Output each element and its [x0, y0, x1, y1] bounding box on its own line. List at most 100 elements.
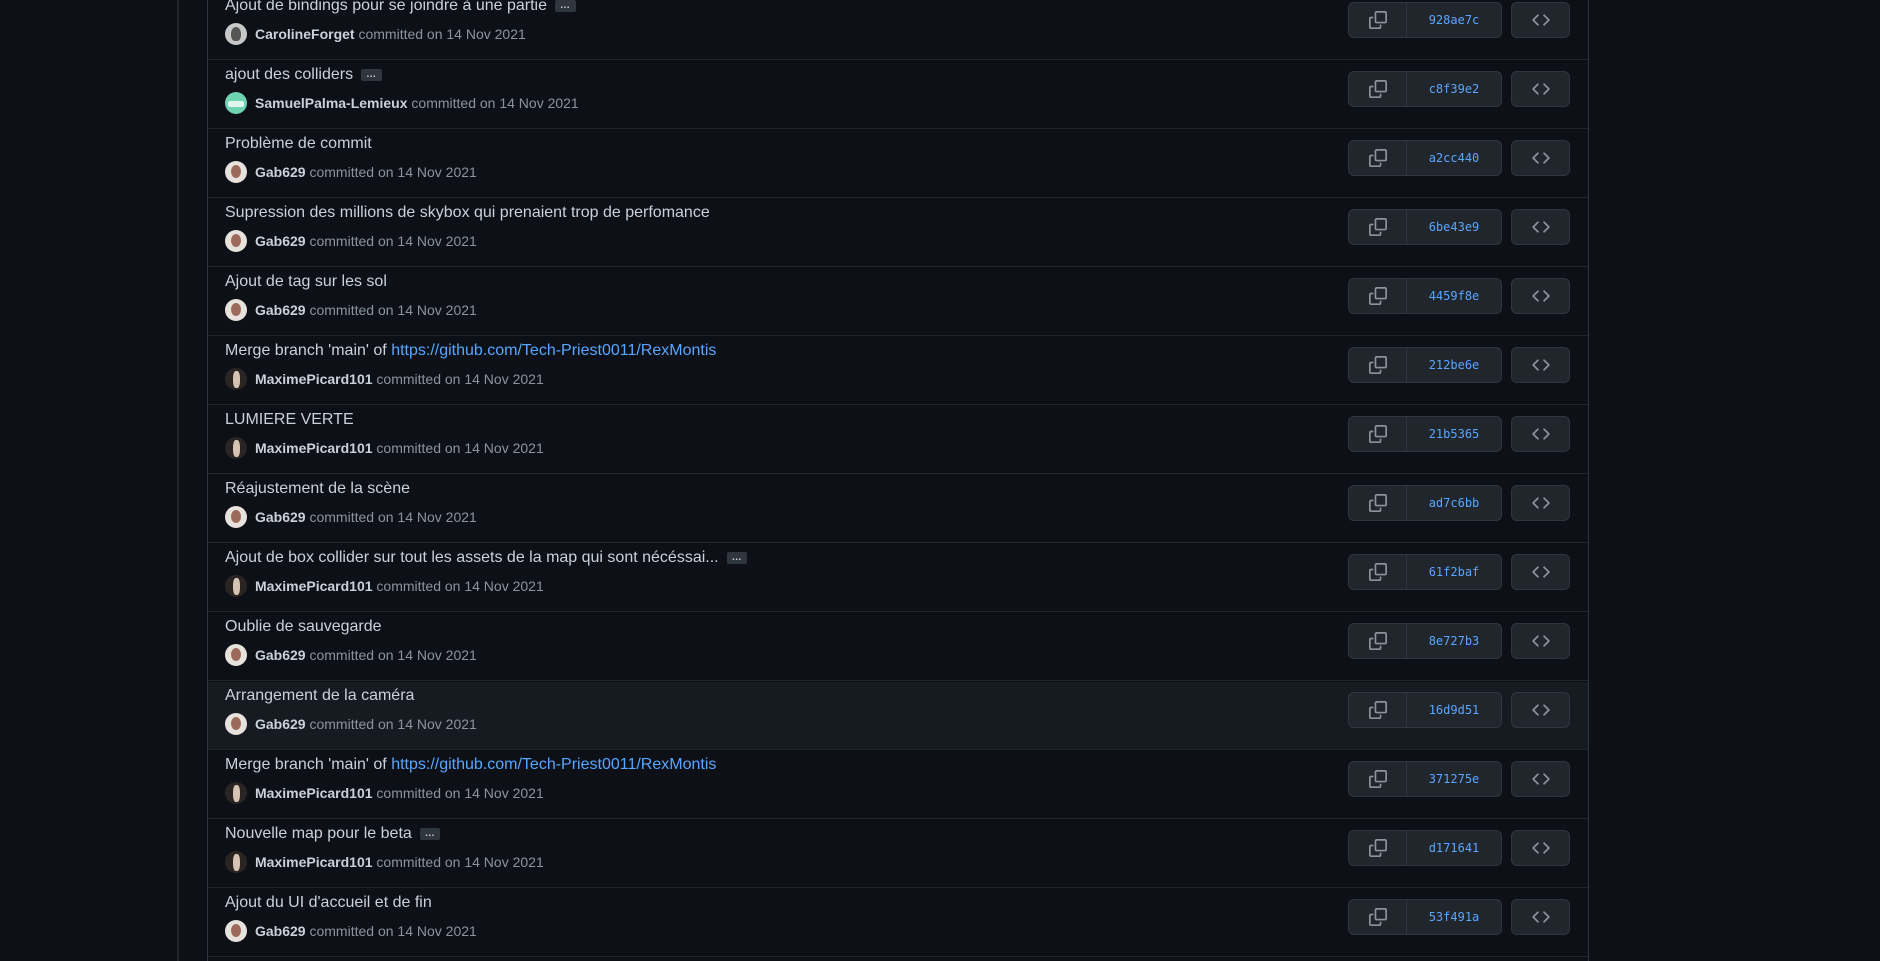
avatar[interactable]: [225, 92, 247, 115]
author-link[interactable]: SamuelPalma-Lemieux: [255, 95, 408, 111]
commit-title[interactable]: Arrangement de la caméra: [225, 687, 414, 705]
author-link[interactable]: Gab629: [255, 647, 306, 663]
copy-sha-button[interactable]: [1348, 485, 1407, 521]
commit-message[interactable]: LUMIERE VERTE: [225, 411, 354, 428]
copy-sha-button[interactable]: [1348, 347, 1407, 383]
browse-repo-button[interactable]: [1511, 71, 1570, 107]
commit-message[interactable]: Ajout de bindings pour se joindre à une …: [225, 0, 547, 14]
avatar[interactable]: [225, 920, 247, 943]
expand-message-button[interactable]: …: [726, 552, 748, 564]
commit-link[interactable]: https://github.com/Tech-Priest0011/RexMo…: [391, 756, 716, 773]
browse-repo-button[interactable]: [1511, 2, 1570, 38]
browse-repo-button[interactable]: [1511, 554, 1570, 590]
commit-message[interactable]: Ajout de box collider sur tout les asset…: [225, 549, 719, 566]
avatar[interactable]: [225, 506, 247, 529]
commit-title[interactable]: LUMIERE VERTE: [225, 411, 354, 429]
commit-message[interactable]: Arrangement de la caméra: [225, 687, 414, 704]
author-link[interactable]: Gab629: [255, 923, 306, 939]
avatar[interactable]: [225, 644, 247, 667]
copy-sha-button[interactable]: [1348, 278, 1407, 314]
commit-title[interactable]: Réajustement de la scène: [225, 480, 410, 498]
browse-repo-button[interactable]: [1511, 278, 1570, 314]
commit-message[interactable]: Nouvelle map pour le beta: [225, 825, 412, 842]
author-link[interactable]: Gab629: [255, 509, 306, 525]
browse-repo-button[interactable]: [1511, 761, 1570, 797]
commit-message[interactable]: Merge branch 'main' of: [225, 756, 391, 773]
avatar[interactable]: [225, 230, 247, 253]
commit-title[interactable]: Oublie de sauvegarde: [225, 618, 382, 636]
author-link[interactable]: CarolineForget: [255, 26, 355, 42]
copy-sha-button[interactable]: [1348, 209, 1407, 245]
copy-sha-button[interactable]: [1348, 899, 1407, 935]
commit-title[interactable]: Ajout de tag sur les sol: [225, 273, 387, 291]
commit-link[interactable]: https://github.com/Tech-Priest0011/RexMo…: [391, 342, 716, 359]
author-link[interactable]: MaximePicard101: [255, 440, 373, 456]
avatar[interactable]: [225, 713, 247, 736]
avatar[interactable]: [225, 161, 247, 184]
author-link[interactable]: MaximePicard101: [255, 578, 373, 594]
author-link[interactable]: Gab629: [255, 302, 306, 318]
commit-message[interactable]: Supression des millions de skybox qui pr…: [225, 204, 710, 221]
avatar[interactable]: [225, 368, 247, 391]
commit-title[interactable]: Ajout de box collider sur tout les asset…: [225, 549, 748, 567]
commit-title[interactable]: Merge branch 'main' of https://github.co…: [225, 756, 716, 774]
author-link[interactable]: MaximePicard101: [255, 785, 373, 801]
commit-sha-button[interactable]: 8e727b3: [1407, 623, 1502, 659]
commit-sha-button[interactable]: 61f2baf: [1407, 554, 1502, 590]
expand-message-button[interactable]: …: [555, 0, 576, 12]
commit-title[interactable]: Problème de commit: [225, 135, 372, 153]
author-link[interactable]: MaximePicard101: [255, 854, 373, 870]
browse-repo-button[interactable]: [1511, 899, 1570, 935]
avatar[interactable]: [225, 851, 247, 874]
commit-message[interactable]: Ajout du UI d'accueil et de fin: [225, 894, 432, 911]
commit-message[interactable]: ajout des colliders: [225, 66, 353, 83]
copy-sha-button[interactable]: [1348, 2, 1407, 38]
author-link[interactable]: Gab629: [255, 164, 306, 180]
commit-message[interactable]: Oublie de sauvegarde: [225, 618, 382, 635]
commit-sha-button[interactable]: 928ae7c: [1407, 2, 1502, 38]
author-link[interactable]: Gab629: [255, 716, 306, 732]
expand-message-button[interactable]: …: [361, 69, 382, 81]
author-link[interactable]: MaximePicard101: [255, 371, 373, 387]
commit-message[interactable]: Problème de commit: [225, 135, 372, 152]
browse-repo-button[interactable]: [1511, 623, 1570, 659]
commit-sha-button[interactable]: 371275e: [1407, 761, 1502, 797]
avatar[interactable]: [225, 575, 247, 598]
copy-sha-button[interactable]: [1348, 830, 1407, 866]
avatar[interactable]: [225, 23, 247, 46]
commit-title[interactable]: Ajout de bindings pour se joindre à une …: [225, 0, 576, 15]
commit-message[interactable]: Ajout de tag sur les sol: [225, 273, 387, 290]
commit-sha-button[interactable]: 6be43e9: [1407, 209, 1502, 245]
copy-sha-button[interactable]: [1348, 761, 1407, 797]
commit-title[interactable]: Nouvelle map pour le beta …: [225, 825, 441, 843]
copy-sha-button[interactable]: [1348, 140, 1407, 176]
browse-repo-button[interactable]: [1511, 209, 1570, 245]
commit-sha-button[interactable]: c8f39e2: [1407, 71, 1502, 107]
author-link[interactable]: Gab629: [255, 233, 306, 249]
browse-repo-button[interactable]: [1511, 347, 1570, 383]
commit-message[interactable]: Merge branch 'main' of: [225, 342, 391, 359]
commit-sha-button[interactable]: a2cc440: [1407, 140, 1502, 176]
avatar[interactable]: [225, 437, 247, 460]
commit-title[interactable]: Merge branch 'main' of https://github.co…: [225, 342, 716, 360]
commit-sha-button[interactable]: ad7c6bb: [1407, 485, 1502, 521]
commit-title[interactable]: Supression des millions de skybox qui pr…: [225, 204, 710, 222]
commit-sha-button[interactable]: 53f491a: [1407, 899, 1502, 935]
copy-sha-button[interactable]: [1348, 692, 1407, 728]
commit-title[interactable]: ajout des colliders …: [225, 66, 382, 84]
browse-repo-button[interactable]: [1511, 485, 1570, 521]
copy-sha-button[interactable]: [1348, 623, 1407, 659]
copy-sha-button[interactable]: [1348, 71, 1407, 107]
avatar[interactable]: [225, 299, 247, 322]
copy-sha-button[interactable]: [1348, 416, 1407, 452]
browse-repo-button[interactable]: [1511, 830, 1570, 866]
commit-sha-button[interactable]: d171641: [1407, 830, 1502, 866]
commit-sha-button[interactable]: 4459f8e: [1407, 278, 1502, 314]
commit-sha-button[interactable]: 21b5365: [1407, 416, 1502, 452]
commit-title[interactable]: Ajout du UI d'accueil et de fin: [225, 894, 432, 912]
commit-sha-button[interactable]: 16d9d51: [1407, 692, 1502, 728]
expand-message-button[interactable]: …: [419, 828, 441, 840]
browse-repo-button[interactable]: [1511, 140, 1570, 176]
commit-message[interactable]: Réajustement de la scène: [225, 480, 410, 497]
avatar[interactable]: [225, 782, 247, 805]
